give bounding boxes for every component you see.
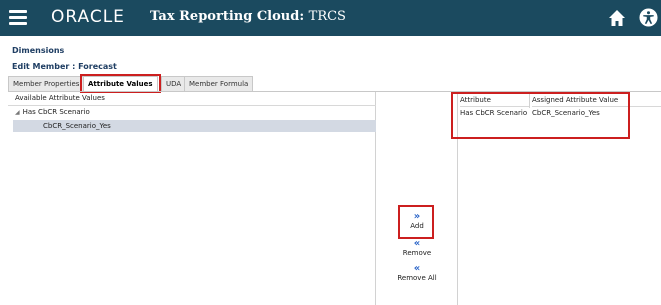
action-buttons-column: » Add « Remove « Remove All xyxy=(376,92,458,305)
highlight-box-add xyxy=(398,205,434,239)
menu-icon[interactable] xyxy=(9,10,27,25)
double-chevron-left-icon: « xyxy=(413,238,421,249)
remove-all-label: Remove All xyxy=(397,274,437,282)
app-title: Tax Reporting Cloud: TRCS xyxy=(150,9,346,24)
home-icon[interactable] xyxy=(608,9,626,27)
tab-member-formula[interactable]: Member Formula xyxy=(184,76,254,91)
highlight-box-assigned xyxy=(451,92,630,139)
tree-node-has-cbcr-scenario[interactable]: ◢ Has CbCR Scenario xyxy=(15,108,90,116)
tab-uda[interactable]: UDA xyxy=(161,76,187,91)
remove-label: Remove xyxy=(402,249,432,257)
app-name: Tax Reporting Cloud: xyxy=(150,9,305,24)
edit-member-title: Edit Member : Forecast xyxy=(12,62,117,71)
oracle-logo: ORACLE xyxy=(51,7,125,27)
available-attributes-pane: Available Attribute Values ◢ Has CbCR Sce… xyxy=(8,92,376,305)
remove-all-button[interactable]: « Remove All xyxy=(376,263,458,283)
remove-button[interactable]: « Remove xyxy=(376,238,458,258)
available-attributes-header: Available Attribute Values xyxy=(8,94,376,106)
double-chevron-left-all-icon: « xyxy=(413,263,421,274)
tree-node-cbcr-scenario-yes[interactable]: CbCR_Scenario_Yes xyxy=(13,120,376,132)
tab-member-properties[interactable]: Member Properties xyxy=(8,76,85,91)
app-header: ORACLE Tax Reporting Cloud: TRCS xyxy=(0,0,661,36)
accessibility-icon[interactable] xyxy=(639,8,658,27)
section-title: Dimensions xyxy=(12,46,65,55)
app-code: TRCS xyxy=(308,9,346,24)
tree-node-label: Has CbCR Scenario xyxy=(22,108,90,116)
collapse-arrow-icon[interactable]: ◢ xyxy=(15,109,20,116)
